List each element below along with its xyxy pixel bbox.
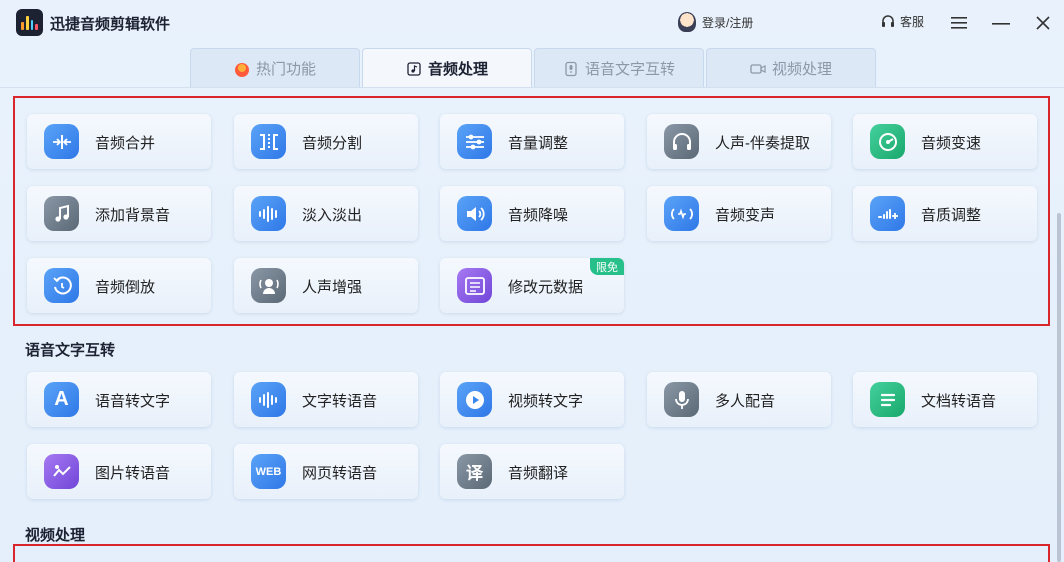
image-wave-icon — [44, 454, 79, 489]
free-badge: 限免 — [590, 258, 624, 275]
audio-file-icon — [407, 61, 421, 76]
menu-icon — [951, 17, 967, 29]
section-title-speech-text: 语音文字互转 — [25, 342, 116, 359]
speaker-icon — [457, 196, 492, 231]
reverse-icon — [44, 268, 79, 303]
card-noise-reduction[interactable]: 音频降噪 — [440, 186, 624, 241]
speedometer-icon — [870, 124, 905, 159]
quality-bars-icon — [870, 196, 905, 231]
customer-service-button[interactable]: 客服 — [880, 13, 924, 30]
avatar-icon — [678, 12, 696, 32]
metadata-icon — [457, 268, 492, 303]
card-label: 音频变速 — [921, 135, 982, 152]
tab-speech-text[interactable]: 语音文字互转 — [534, 48, 704, 88]
card-voice-changer[interactable]: 音频变声 — [647, 186, 831, 241]
card-fade-in-out[interactable]: 淡入淡出 — [234, 186, 418, 241]
tab-audio-processing[interactable]: 音频处理 — [362, 48, 532, 88]
letter-a-icon: A — [44, 382, 79, 417]
card-audio-speed[interactable]: 音频变速 — [853, 114, 1037, 169]
title-bar: 迅捷音频剪辑软件 登录/注册 客服 — [0, 0, 1064, 46]
video-camera-icon — [750, 63, 766, 74]
card-add-background-music[interactable]: 添加背景音 — [27, 186, 211, 241]
card-label: 音频翻译 — [508, 465, 569, 482]
scrollbar-thumb[interactable] — [1057, 213, 1061, 562]
tab-hot-features[interactable]: 热门功能 — [190, 48, 360, 88]
tab-label: 音频处理 — [427, 61, 488, 78]
card-audio-merge[interactable]: 音频合并 — [27, 114, 211, 169]
card-label: 添加背景音 — [95, 207, 171, 224]
card-label: 人声增强 — [302, 279, 363, 296]
microphone-icon — [664, 382, 699, 417]
card-label: 音频降噪 — [508, 207, 569, 224]
card-label: 音频分割 — [302, 135, 363, 152]
document-icon — [870, 382, 905, 417]
card-label: 音质调整 — [921, 207, 982, 224]
card-quality-adjust[interactable]: 音质调整 — [853, 186, 1037, 241]
card-label: 文字转语音 — [302, 393, 378, 410]
card-document-to-speech[interactable]: 文档转语音 — [853, 372, 1037, 427]
close-icon — [1036, 16, 1050, 30]
card-webpage-to-speech[interactable]: WEB 网页转语音 — [234, 444, 418, 499]
card-label: 网页转语音 — [302, 465, 378, 482]
card-text-to-speech[interactable]: 文字转语音 — [234, 372, 418, 427]
card-vocal-extract[interactable]: 人声-伴奏提取 — [647, 114, 831, 169]
card-audio-translate[interactable]: 译 音频翻译 — [440, 444, 624, 499]
card-label: 淡入淡出 — [302, 207, 363, 224]
card-edit-metadata[interactable]: 修改元数据 限免 — [440, 258, 624, 313]
voice-change-icon — [664, 196, 699, 231]
section-title-video-processing: 视频处理 — [25, 527, 86, 544]
menu-button[interactable] — [946, 10, 972, 36]
waveform-icon — [251, 382, 286, 417]
sliders-icon — [457, 124, 492, 159]
card-label: 图片转语音 — [95, 465, 171, 482]
card-label: 多人配音 — [715, 393, 776, 410]
card-label: 音量调整 — [508, 135, 569, 152]
card-video-to-text[interactable]: 视频转文字 — [440, 372, 624, 427]
card-label: 音频倒放 — [95, 279, 156, 296]
card-audio-split[interactable]: 音频分割 — [234, 114, 418, 169]
app-title: 迅捷音频剪辑软件 — [50, 16, 171, 33]
music-note-icon — [44, 196, 79, 231]
translate-icon: 译 — [457, 454, 492, 489]
card-vocal-enhance[interactable]: 人声增强 — [234, 258, 418, 313]
tab-video-processing[interactable]: 视频处理 — [706, 48, 876, 88]
waveform-icon — [251, 196, 286, 231]
card-label: 文档转语音 — [921, 393, 997, 410]
flame-icon — [234, 62, 249, 77]
tab-label: 视频处理 — [771, 61, 832, 78]
card-label: 音频变声 — [715, 207, 776, 224]
card-image-to-speech[interactable]: 图片转语音 — [27, 444, 211, 499]
card-label: 人声-伴奏提取 — [715, 135, 810, 152]
tab-label: 语音文字互转 — [584, 61, 675, 78]
minimize-icon — [992, 23, 1010, 25]
content-divider — [0, 87, 1064, 88]
card-label: 修改元数据 — [508, 279, 584, 296]
merge-icon — [44, 124, 79, 159]
card-multi-voice-dubbing[interactable]: 多人配音 — [647, 372, 831, 427]
card-audio-reverse[interactable]: 音频倒放 — [27, 258, 211, 313]
login-button[interactable]: 登录/注册 — [678, 12, 753, 32]
card-label: 音频合并 — [95, 135, 156, 152]
close-button[interactable] — [1030, 10, 1056, 36]
highlight-box-video — [13, 544, 1050, 562]
voice-enhance-icon — [251, 268, 286, 303]
minimize-button[interactable] — [988, 10, 1014, 36]
card-volume-adjust[interactable]: 音量调整 — [440, 114, 624, 169]
play-icon — [457, 382, 492, 417]
app-logo-icon — [16, 9, 43, 36]
card-label: 视频转文字 — [508, 393, 584, 410]
headphones-icon — [664, 124, 699, 159]
service-label: 客服 — [900, 15, 925, 29]
web-icon: WEB — [251, 454, 286, 489]
headset-icon — [882, 14, 894, 27]
login-label: 登录/注册 — [702, 15, 754, 30]
tab-label: 热门功能 — [255, 61, 316, 78]
card-speech-to-text[interactable]: A 语音转文字 — [27, 372, 211, 427]
split-icon — [251, 124, 286, 159]
microphone-file-icon — [565, 61, 577, 76]
card-label: 语音转文字 — [95, 393, 171, 410]
main-tabs: 热门功能 音频处理 语音文字互转 视频处理 — [190, 48, 878, 88]
